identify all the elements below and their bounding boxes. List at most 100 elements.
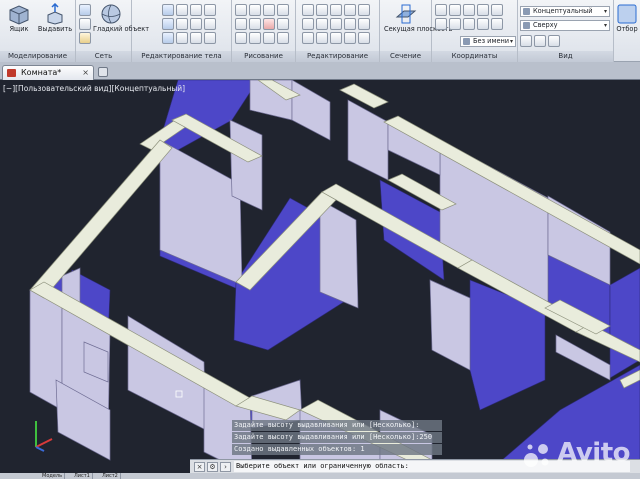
panel-title-mesh[interactable]: Сеть: [76, 51, 131, 62]
spline-icon[interactable]: [263, 4, 275, 16]
box-icon: [9, 5, 29, 25]
command-prompt-icon[interactable]: ›: [220, 462, 231, 472]
ucs-face-icon[interactable]: [477, 18, 489, 30]
thicken-icon[interactable]: [176, 18, 188, 30]
ucs-origin-icon[interactable]: [463, 4, 475, 16]
arc-icon[interactable]: [277, 4, 289, 16]
chevron-down-icon: ▾: [603, 22, 607, 29]
explode-icon[interactable]: [316, 32, 328, 44]
slice-icon[interactable]: [176, 4, 188, 16]
panel-coords: Без имени ▾ Координаты: [432, 0, 518, 62]
drawing-viewport[interactable]: [−][Пользовательский вид][Концептуальный…: [0, 80, 640, 479]
copy-icon[interactable]: [358, 4, 370, 16]
3d-move-icon[interactable]: [344, 32, 356, 44]
scale-icon[interactable]: [316, 18, 328, 30]
panel-edit: Редактирование: [296, 0, 380, 62]
polyline-icon[interactable]: [249, 4, 261, 16]
select-filter-button[interactable]: Отбор: [614, 3, 640, 49]
panel-title-coords[interactable]: Координаты: [432, 51, 517, 62]
erase-icon[interactable]: [358, 18, 370, 30]
viewport-controls-label[interactable]: [−][Пользовательский вид][Концептуальный…: [3, 84, 185, 93]
check-icon[interactable]: [204, 32, 216, 44]
ribbon: Ящик Выдавить Моделирование Гладкий объе…: [0, 0, 640, 62]
panel-title-draw[interactable]: Рисование: [232, 51, 295, 62]
watermark: Avito: [557, 438, 630, 468]
trim-icon[interactable]: [330, 4, 342, 16]
history-line: Создано выдавленных объектов: 1: [232, 444, 442, 455]
ucs-world-icon[interactable]: [449, 4, 461, 16]
tab-model[interactable]: Модель: [40, 473, 66, 479]
hatch-icon[interactable]: [263, 18, 275, 30]
ucs-z-icon[interactable]: [435, 18, 447, 30]
helix-icon[interactable]: [277, 32, 289, 44]
stretch-icon[interactable]: [302, 32, 314, 44]
smooth-object-button[interactable]: Гладкий объект: [93, 3, 149, 49]
intersect-icon[interactable]: [162, 32, 174, 44]
visual-style-icon: [523, 8, 530, 15]
region-icon[interactable]: [263, 32, 275, 44]
close-icon[interactable]: ×: [82, 66, 89, 80]
view-tools: [520, 35, 560, 47]
ucs-3point-icon[interactable]: [491, 18, 503, 30]
extrude-icon: [47, 3, 63, 25]
visual-style-combo[interactable]: Концептуальный ▾: [520, 6, 610, 17]
tab-layout2[interactable]: Лист2: [100, 473, 121, 479]
panel-title-modeling[interactable]: Моделирование: [0, 51, 75, 62]
section-plane-button[interactable]: Секущая плоскость: [384, 3, 452, 49]
fillet-icon[interactable]: [344, 4, 356, 16]
extract-edges-icon[interactable]: [190, 4, 202, 16]
box-button[interactable]: Ящик: [0, 3, 38, 49]
clean-icon[interactable]: [204, 18, 216, 30]
polygon-icon[interactable]: [249, 32, 261, 44]
union-icon[interactable]: [162, 4, 174, 16]
line-icon[interactable]: [235, 4, 247, 16]
extrude-button[interactable]: Выдавить: [36, 3, 74, 49]
ucs-combo-icon: [463, 38, 470, 45]
view-cube-icon: [523, 22, 530, 29]
interfere-icon[interactable]: [176, 32, 188, 44]
3d-rotate-icon[interactable]: [358, 32, 370, 44]
panel-title-solid-edit[interactable]: Редактирование тела: [132, 51, 231, 62]
viewport-icon[interactable]: [520, 35, 532, 47]
imprint-icon[interactable]: [190, 18, 202, 30]
panel-solid-edit: Редактирование тела: [132, 0, 232, 62]
draw-tools: [235, 4, 289, 44]
panel-title-view[interactable]: Вид: [518, 51, 613, 62]
align-icon[interactable]: [330, 32, 342, 44]
mesh-primitive-icon[interactable]: [79, 4, 91, 16]
chevron-down-icon: ▾: [509, 38, 513, 45]
rotate-icon[interactable]: [316, 4, 328, 16]
circle-icon[interactable]: [235, 18, 247, 30]
named-ucs-combo[interactable]: Без имени ▾: [460, 36, 516, 47]
new-tab-button[interactable]: [98, 67, 108, 77]
view-direction-combo[interactable]: Сверху ▾: [520, 20, 610, 31]
ucs-y-icon[interactable]: [491, 4, 503, 16]
mirror-icon[interactable]: [302, 18, 314, 30]
subtract-icon[interactable]: [162, 18, 174, 30]
panel-title-edit[interactable]: Редактирование: [296, 51, 379, 62]
panel-title-section[interactable]: Сечение: [380, 51, 431, 62]
rectangle-icon[interactable]: [249, 18, 261, 30]
shell-icon[interactable]: [190, 32, 202, 44]
tab-document[interactable]: Комната* ×: [2, 65, 94, 80]
chevron-down-icon: ▾: [603, 8, 607, 15]
tab-layout1[interactable]: Лист1: [72, 473, 93, 479]
ucs-icon[interactable]: [435, 4, 447, 16]
ucs-x-icon[interactable]: [477, 4, 489, 16]
offset-icon[interactable]: [344, 18, 356, 30]
ellipse-icon[interactable]: [277, 18, 289, 30]
mesh-smooth-icon[interactable]: [79, 18, 91, 30]
panel-view: Концептуальный ▾ Сверху ▾ Вид: [518, 0, 614, 62]
separate-icon[interactable]: [204, 4, 216, 16]
close-icon[interactable]: ×: [194, 462, 205, 472]
camera-icon[interactable]: [534, 35, 546, 47]
point-icon[interactable]: [235, 32, 247, 44]
render-icon[interactable]: [548, 35, 560, 47]
mesh-refine-icon[interactable]: [79, 32, 91, 44]
settings-icon[interactable]: ⚙: [207, 462, 218, 472]
move-icon[interactable]: [302, 4, 314, 16]
ucs-tools: [435, 4, 503, 30]
array-icon[interactable]: [330, 18, 342, 30]
ucs-object-icon[interactable]: [463, 18, 475, 30]
ucs-view-icon[interactable]: [449, 18, 461, 30]
